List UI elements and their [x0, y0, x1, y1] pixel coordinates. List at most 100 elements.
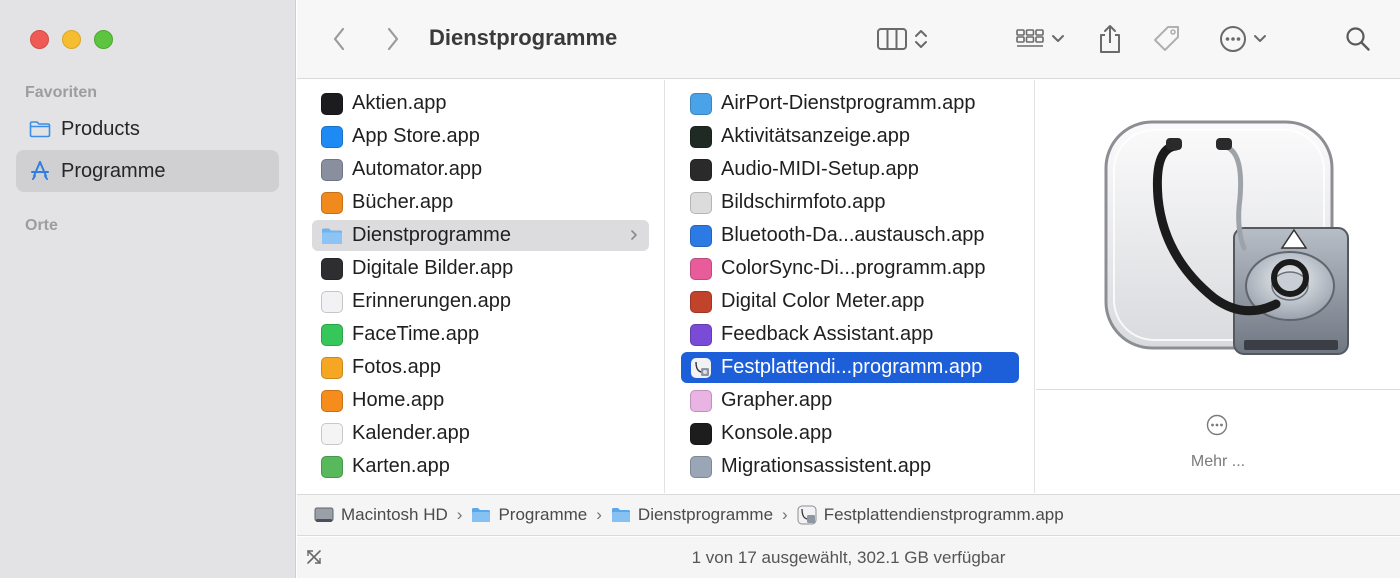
zoom-window-button[interactable]: [94, 30, 113, 49]
path-separator: ›: [456, 505, 463, 524]
back-icon: [333, 27, 345, 51]
crumb-label: Macintosh HD: [341, 505, 448, 524]
columns-view-icon: [877, 28, 907, 50]
path-separator: ›: [596, 505, 602, 524]
chevron-down-icon: [1052, 35, 1064, 42]
list-item[interactable]: Aktivitätsanzeige.app: [681, 121, 1019, 152]
app-icon: [321, 191, 343, 214]
item-label: Feedback Assistant.app: [721, 323, 934, 345]
tags-button[interactable]: [1149, 22, 1185, 56]
list-item[interactable]: Erinnerungen.app: [312, 286, 649, 317]
app-icon: [690, 455, 712, 478]
list-item[interactable]: Bücher.app: [312, 187, 649, 218]
crumb-label: Programme: [498, 505, 588, 524]
folder-icon: [611, 505, 631, 525]
sidebar-item-label: Products: [61, 117, 140, 140]
app-icon: [690, 389, 712, 412]
list-item[interactable]: Home.app: [312, 385, 649, 416]
status-bar: 1 von 17 ausgewählt, 302.1 GB verfügbar: [297, 537, 1400, 578]
sidebar-section-locations: Orte: [25, 217, 58, 234]
item-label: Digital Color Meter.app: [721, 290, 925, 312]
app-icon: [321, 323, 343, 346]
close-window-button[interactable]: [30, 30, 49, 49]
app-icon: [690, 422, 712, 445]
path-crumb-programme[interactable]: Programme: [471, 505, 587, 525]
app-icon: [321, 389, 343, 412]
list-item[interactable]: Aktien.app: [312, 88, 649, 119]
back-button[interactable]: [327, 24, 351, 54]
list-item[interactable]: Bluetooth-Da...austausch.app: [681, 220, 1019, 251]
item-label: App Store.app: [352, 125, 480, 147]
list-item[interactable]: Karten.app: [312, 451, 649, 482]
list-item[interactable]: Audio-MIDI-Setup.app: [681, 154, 1019, 185]
view-mode-button[interactable]: [871, 22, 933, 56]
search-button[interactable]: [1343, 24, 1373, 54]
item-label: Bluetooth-Da...austausch.app: [721, 224, 985, 246]
list-item[interactable]: Konsole.app: [681, 418, 1019, 449]
item-label: Fotos.app: [352, 356, 441, 378]
list-item[interactable]: Migrationsassistent.app: [681, 451, 1019, 482]
item-label: Bücher.app: [352, 191, 454, 213]
app-icon: [321, 92, 343, 115]
applications-icon: [28, 159, 52, 183]
list-item[interactable]: Digital Color Meter.app: [681, 286, 1019, 317]
sidebar-item-programme[interactable]: Programme: [16, 150, 279, 192]
disk-utility-icon: [1104, 120, 1349, 355]
item-label: AirPort-Dienstprogramm.app: [721, 92, 976, 114]
list-item[interactable]: AirPort-Dienstprogramm.app: [681, 88, 1019, 119]
item-label: Bildschirmfoto.app: [721, 191, 886, 213]
share-button[interactable]: [1093, 20, 1127, 58]
path-crumb-festplattendienstprogramm[interactable]: Festplattendienstprogramm.app: [797, 505, 1064, 525]
minimize-window-button[interactable]: [62, 30, 81, 49]
harddisk-icon: [314, 505, 334, 525]
list-item[interactable]: Digitale Bilder.app: [312, 253, 649, 284]
item-label: Dienstprogramme: [352, 224, 511, 246]
search-icon: [1346, 27, 1370, 51]
group-button[interactable]: [1011, 22, 1069, 56]
chevron-updown-icon: [915, 30, 927, 48]
path-crumb-macintosh-hd[interactable]: Macintosh HD: [314, 505, 448, 525]
disk-utility-icon: [690, 357, 712, 379]
app-icon: [321, 257, 343, 280]
forward-icon: [387, 27, 399, 51]
item-label: Migrationsassistent.app: [721, 455, 932, 477]
item-label: Audio-MIDI-Setup.app: [721, 158, 919, 180]
sidebar-section-favorites: Favoriten: [25, 84, 98, 101]
chevron-down-icon: [1254, 35, 1266, 42]
item-label: FaceTime.app: [352, 323, 480, 345]
folder-icon: [28, 117, 52, 141]
more-button[interactable]: Mehr ...: [1036, 453, 1400, 471]
app-icon: [321, 125, 343, 148]
list-item[interactable]: Feedback Assistant.app: [681, 319, 1019, 350]
app-icon: [690, 125, 712, 148]
list-item[interactable]: Automator.app: [312, 154, 649, 185]
item-label: Home.app: [352, 389, 445, 411]
toolbar: Dienstprogramme: [297, 0, 1400, 79]
column-dienstprogramme: AirPort-Dienstprogramm.app Aktivitätsanz…: [666, 80, 1035, 493]
disk-utility-icon: [797, 505, 817, 525]
list-item[interactable]: Fotos.app: [312, 352, 649, 383]
list-item[interactable]: App Store.app: [312, 121, 649, 152]
item-label: Aktivitätsanzeige.app: [721, 125, 911, 147]
sidebar: Favoriten Products Programme Orte: [0, 0, 296, 578]
list-item[interactable]: Kalender.app: [312, 418, 649, 449]
more-icon: [1220, 26, 1246, 52]
app-icon: [321, 422, 343, 445]
list-item[interactable]: FaceTime.app: [312, 319, 649, 350]
item-label: Aktien.app: [352, 92, 447, 114]
list-item[interactable]: Bildschirmfoto.app: [681, 187, 1019, 218]
list-item-selected[interactable]: Festplattendi...programm.app: [681, 352, 1019, 383]
path-bar: Macintosh HD › Programme › Dienstprogram…: [297, 494, 1400, 536]
forward-button[interactable]: [381, 24, 405, 54]
more-actions-button[interactable]: [1213, 22, 1273, 56]
app-icon: [321, 455, 343, 478]
list-item-selected-folder[interactable]: Dienstprogramme: [312, 220, 649, 251]
app-icon: [690, 323, 712, 346]
list-item[interactable]: Grapher.app: [681, 385, 1019, 416]
item-label: Erinnerungen.app: [352, 290, 512, 312]
list-item[interactable]: ColorSync-Di...programm.app: [681, 253, 1019, 284]
sidebar-item-products[interactable]: Products: [16, 108, 279, 150]
path-crumb-dienstprogramme[interactable]: Dienstprogramme: [611, 505, 773, 525]
more-info-icon[interactable]: [1206, 414, 1228, 436]
grid-group-icon: [1016, 29, 1044, 47]
